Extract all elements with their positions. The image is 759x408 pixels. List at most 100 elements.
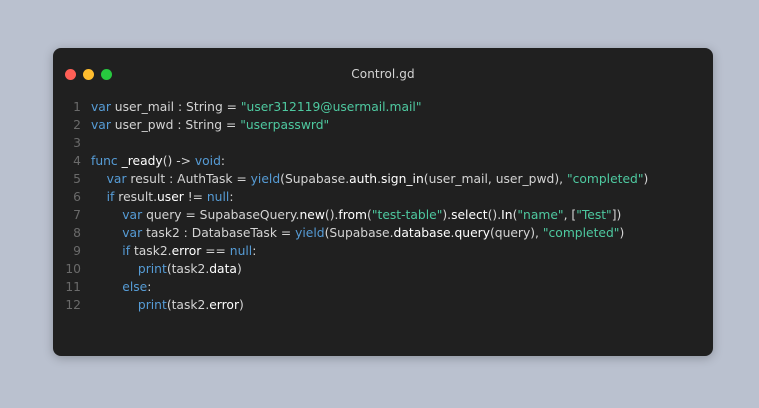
code-token: (query),	[489, 226, 543, 240]
title-bar: Control.gd	[53, 48, 713, 96]
code-token: yield	[250, 172, 281, 186]
code-token: _ready	[117, 154, 163, 168]
code-token: print	[137, 298, 167, 312]
line-number: 3	[73, 136, 81, 150]
line-source: var query = SupabaseQuery.new().from("te…	[81, 206, 621, 224]
code-token: var	[122, 226, 143, 240]
code-line[interactable]: 5 var result : AuthTask = yield(Supabase…	[53, 170, 713, 188]
code-token: , [	[563, 208, 577, 222]
code-token: (user_mail, user_pwd),	[423, 172, 567, 186]
code-token: !=	[183, 190, 207, 204]
code-line[interactable]: 10 print(task2.data)	[53, 260, 713, 278]
line-number: 1	[73, 100, 81, 114]
code-token: (task2.	[166, 262, 210, 276]
line-source: var user_pwd : String = "userpasswrd"	[81, 116, 329, 134]
code-token: if	[122, 244, 131, 258]
code-token: var	[91, 118, 111, 132]
line-source: if task2.error == null:	[81, 242, 256, 260]
code-token: var	[106, 172, 127, 186]
line-number: 6	[73, 190, 81, 204]
line-number: 9	[73, 244, 81, 258]
code-token: func	[91, 154, 118, 168]
code-token: (task2.	[166, 298, 210, 312]
line-source: print(task2.error)	[81, 296, 244, 314]
code-token: yield	[295, 226, 325, 240]
code-token: database	[393, 226, 451, 240]
code-token: else	[122, 280, 148, 294]
line-number: 7	[73, 208, 81, 222]
code-token: var	[91, 100, 111, 114]
code-token: "name"	[517, 208, 564, 222]
code-line[interactable]: 6 if result.user != null:	[53, 188, 713, 206]
code-token: ).	[442, 208, 452, 222]
code-token: task2 : DatabaseTask =	[142, 226, 296, 240]
code-token: from	[338, 208, 368, 222]
line-number: 5	[73, 172, 81, 186]
code-token: In	[501, 208, 513, 222]
code-line[interactable]: 12 print(task2.error)	[53, 296, 713, 314]
code-token: ])	[611, 208, 622, 222]
code-token: "user312119@usermail.mail"	[240, 100, 422, 114]
code-token: print	[137, 262, 167, 276]
code-token: user_pwd : String =	[110, 118, 241, 132]
code-token: )	[236, 262, 242, 276]
code-token: "test-table"	[371, 208, 443, 222]
code-token: () ->	[162, 154, 195, 168]
line-number: 8	[73, 226, 81, 240]
code-line[interactable]: 8 var task2 : DatabaseTask = yield(Supab…	[53, 224, 713, 242]
code-line[interactable]: 9 if task2.error == null:	[53, 242, 713, 260]
code-token: result.	[114, 190, 157, 204]
code-token: )	[619, 226, 625, 240]
line-source: var result : AuthTask = yield(Supabase.a…	[81, 170, 649, 188]
code-token: )	[643, 172, 649, 186]
code-token: select	[451, 208, 488, 222]
code-token: "userpasswrd"	[240, 118, 330, 132]
code-token: null	[229, 244, 253, 258]
line-number: 4	[73, 154, 81, 168]
code-token: ().	[324, 208, 339, 222]
line-source: var user_mail : String = "user312119@use…	[81, 98, 421, 116]
code-line[interactable]: 2 var user_pwd : String = "userpasswrd"	[53, 116, 713, 134]
code-token: query = SupabaseQuery.	[142, 208, 300, 222]
code-token: ().	[487, 208, 502, 222]
code-token: auth	[349, 172, 378, 186]
code-token: )	[239, 298, 244, 312]
line-number: 10	[65, 262, 81, 276]
code-token: user_mail : String =	[110, 100, 241, 114]
window-title: Control.gd	[351, 67, 415, 81]
code-token: user	[157, 190, 184, 204]
code-editor[interactable]: 1 var user_mail : String = "user312119@us…	[53, 98, 713, 314]
code-token: query	[454, 226, 490, 240]
code-line[interactable]: 4 func _ready() -> void:	[53, 152, 713, 170]
code-token: :	[220, 154, 226, 168]
code-token: task2.	[130, 244, 172, 258]
code-token: new	[299, 208, 325, 222]
code-token: data	[209, 262, 237, 276]
code-line[interactable]: 1 var user_mail : String = "user312119@us…	[53, 98, 713, 116]
code-token: error	[209, 298, 240, 312]
line-number: 2	[73, 118, 81, 132]
line-source: if result.user != null:	[81, 188, 234, 206]
code-line[interactable]: 3	[53, 134, 713, 152]
code-token: (Supabase.	[324, 226, 394, 240]
code-token: :	[252, 244, 257, 258]
code-token: :	[229, 190, 234, 204]
code-token: "completed"	[566, 172, 644, 186]
code-token: ==	[201, 244, 230, 258]
code-token: result : AuthTask =	[126, 172, 251, 186]
code-token: (Supabase.	[280, 172, 350, 186]
code-token: "Test"	[576, 208, 612, 222]
code-token: var	[122, 208, 143, 222]
line-source: print(task2.data)	[81, 260, 242, 278]
code-line[interactable]: 7 var query = SupabaseQuery.new().from("…	[53, 206, 713, 224]
code-line[interactable]: 11 else:	[53, 278, 713, 296]
line-source: var task2 : DatabaseTask = yield(Supabas…	[81, 224, 624, 242]
code-token: :	[147, 280, 152, 294]
line-source	[81, 134, 91, 152]
code-token: null	[206, 190, 230, 204]
